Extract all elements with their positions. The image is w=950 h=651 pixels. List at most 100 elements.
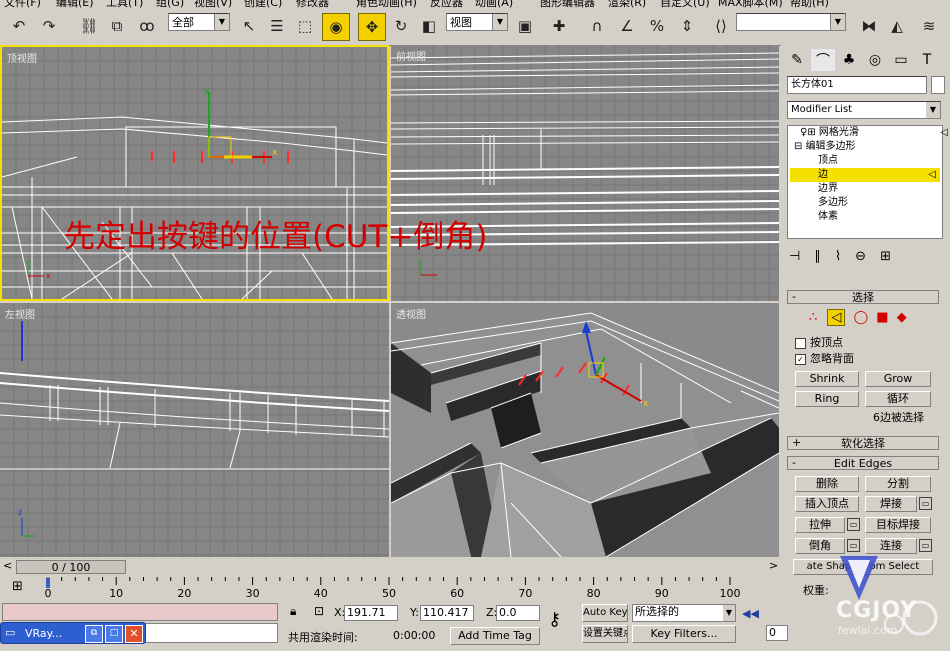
menu-file[interactable]: 文件(F) xyxy=(4,0,41,9)
absolute-mode-icon[interactable]: ⊡ xyxy=(314,604,324,618)
layer-manager-icon[interactable]: ≋ xyxy=(916,13,942,39)
border-icon[interactable]: ◯ xyxy=(854,310,869,325)
modify-tab-icon[interactable]: ⌒ xyxy=(811,49,835,71)
subobject-level-icons[interactable]: ∴ ◁ ◯ ■ ◆ xyxy=(809,309,929,328)
grow-button[interactable]: Grow xyxy=(865,371,931,387)
utilities-tab-icon[interactable]: T xyxy=(915,49,939,71)
mirror-icon[interactable]: ⧓ xyxy=(856,13,882,39)
select-by-name-icon[interactable]: ☰ xyxy=(264,13,290,39)
select-scale-icon[interactable]: ◧ xyxy=(416,13,442,39)
stack-item-edit-poly[interactable]: ⊟ 编辑多边形 xyxy=(794,140,944,154)
ref-coord-dropdown[interactable]: 视图 ▼ xyxy=(446,13,508,31)
viewport-perspective[interactable]: x 透视图 xyxy=(391,303,779,557)
stack-item-edge[interactable]: 边 ◁ xyxy=(790,168,940,182)
split-button[interactable]: 分割 xyxy=(865,476,931,492)
track-bar[interactable]: ⊞ 0 10 20 30 40 50 60 70 80 90 100 xyxy=(0,577,780,601)
window-crossing-icon[interactable]: ◉ xyxy=(322,13,350,41)
vertex-icon[interactable]: ∴ xyxy=(809,310,817,325)
menu-tools[interactable]: 工具(T) xyxy=(106,0,143,9)
selection-filter-dropdown[interactable]: 全部 ▼ xyxy=(168,13,230,31)
maximize-icon[interactable]: □ xyxy=(105,625,123,643)
menu-graph-editors[interactable]: 图形编辑器 xyxy=(540,0,595,9)
set-key-button[interactable]: 设置关键点 xyxy=(582,625,628,643)
weld-button[interactable]: 焊接 xyxy=(865,496,917,512)
stack-item-vertex[interactable]: 顶点 xyxy=(818,154,928,168)
soft-selection-rollout-header[interactable]: + 软化选择 xyxy=(787,436,939,450)
key-selection-dropdown[interactable]: 所选择的 ▼ xyxy=(632,604,736,622)
menu-group[interactable]: 组(G) xyxy=(156,0,184,9)
menu-modifiers[interactable]: 修改器 xyxy=(296,0,329,9)
shrink-button[interactable]: Shrink xyxy=(795,371,859,387)
next-frame-icon[interactable]: > xyxy=(769,559,778,572)
lock-icon[interactable]: 🔒︎ xyxy=(290,604,296,619)
stack-item-border[interactable]: 边界 xyxy=(818,182,928,196)
z-coordinate-field[interactable]: 0.0 xyxy=(496,605,540,621)
undo-icon[interactable]: ↶ xyxy=(6,13,32,39)
menu-edit[interactable]: 编辑(E) xyxy=(56,0,94,9)
select-manipulate-icon[interactable]: ✚ xyxy=(546,13,572,39)
modifier-list-dropdown[interactable]: Modifier List ▼ xyxy=(787,101,941,119)
auto-key-button[interactable]: Auto Key xyxy=(582,604,628,622)
object-color-swatch[interactable] xyxy=(931,76,945,94)
pivot-center-icon[interactable]: ▣ xyxy=(512,13,538,39)
percent-snap-icon[interactable]: % xyxy=(644,13,670,39)
target-weld-button[interactable]: 目标焊接 xyxy=(865,517,931,533)
redo-icon[interactable]: ↷ xyxy=(36,13,62,39)
time-slider-thumb[interactable]: 0 / 100 xyxy=(16,560,126,574)
maxscript-listener[interactable] xyxy=(2,603,278,621)
y-coordinate-field[interactable]: 110.417 xyxy=(420,605,474,621)
viewport-top[interactable]: y x x 顶视图 xyxy=(0,45,389,301)
create-tab-icon[interactable]: ✎ xyxy=(785,49,809,71)
stack-item-meshsmooth[interactable]: ♀⊞ 网格光滑 ◁ xyxy=(800,126,950,140)
x-coordinate-field[interactable]: 191.71 xyxy=(344,605,398,621)
menu-rendering[interactable]: 渲染(R) xyxy=(608,0,646,9)
align-icon[interactable]: ◭ xyxy=(884,13,910,39)
menu-maxscript[interactable]: MAX脚本(M) xyxy=(718,0,783,9)
display-tab-icon[interactable]: ▭ xyxy=(889,49,913,71)
menu-help[interactable]: 帮助(H) xyxy=(790,0,829,9)
insert-vertex-button[interactable]: 插入顶点 xyxy=(795,496,859,512)
menu-views[interactable]: 视图(V) xyxy=(194,0,232,9)
viewport-front[interactable]: 前视图 xyxy=(391,45,779,301)
select-move-icon[interactable]: ✥ xyxy=(358,13,386,41)
prev-frame-icon[interactable]: < xyxy=(3,559,12,572)
select-rotate-icon[interactable]: ↻ xyxy=(388,13,414,39)
select-link-icon[interactable]: ⛓ xyxy=(76,13,102,39)
polygon-icon[interactable]: ■ xyxy=(876,310,888,325)
edge-icon[interactable]: ◁ xyxy=(827,309,846,326)
hierarchy-tab-icon[interactable]: ♣ xyxy=(837,49,861,71)
current-frame-field[interactable]: 0 xyxy=(766,625,788,641)
time-slider[interactable]: < 0 / 100 > xyxy=(0,559,780,575)
menu-customize[interactable]: 自定义(U) xyxy=(660,0,710,9)
extrude-settings-icon[interactable]: ▭ xyxy=(847,518,860,531)
menu-reactor[interactable]: 反应器 xyxy=(430,0,463,9)
stack-item-polygon[interactable]: 多边形 xyxy=(818,196,928,210)
stack-tools-icons[interactable]: ⊣∥⌇⊖⊞ xyxy=(789,249,939,265)
key-filters-button[interactable]: Key Filters... xyxy=(632,625,736,643)
angle-snap-icon[interactable]: ∠ xyxy=(614,13,640,39)
stack-item-element[interactable]: 体素 xyxy=(818,210,928,224)
ring-button[interactable]: Ring xyxy=(795,391,859,407)
taskbar-vray-button[interactable]: ▭ VRay... ⧉ □ ✕ xyxy=(0,622,146,644)
unlink-icon[interactable]: ⧉ xyxy=(104,13,130,39)
viewport-left[interactable]: z 左视图 xyxy=(0,303,389,557)
edit-edges-rollout-header[interactable]: - Edit Edges xyxy=(787,456,939,470)
named-selection-dropdown[interactable]: ▼ xyxy=(736,13,846,31)
by-vertex-checkbox[interactable]: 按顶点 xyxy=(795,334,843,350)
spinner-snap-icon[interactable]: ⇕ xyxy=(674,13,700,39)
menu-animation[interactable]: 动画(A) xyxy=(475,0,513,9)
weld-settings-icon[interactable]: ▭ xyxy=(919,497,932,510)
extrude-button[interactable]: 拉伸 xyxy=(795,517,845,533)
bind-space-warp-icon[interactable]: ꝏ xyxy=(134,13,160,39)
element-icon[interactable]: ◆ xyxy=(897,310,907,325)
close-icon[interactable]: ✕ xyxy=(125,625,143,643)
selection-rollout-header[interactable]: - 选择 xyxy=(787,290,939,304)
menu-character[interactable]: 角色动画(H) xyxy=(356,0,417,9)
menu-create[interactable]: 创建(C) xyxy=(244,0,282,9)
rect-selection-icon[interactable]: ⬚ xyxy=(292,13,318,39)
restore-icon[interactable]: ⧉ xyxy=(85,625,103,643)
key-icon[interactable]: ⚷ xyxy=(548,609,561,630)
remove-button[interactable]: 删除 xyxy=(795,476,859,492)
named-selection-icon[interactable]: ⟨⟩ xyxy=(708,13,734,39)
object-name-field[interactable]: 长方体01 xyxy=(787,76,927,94)
